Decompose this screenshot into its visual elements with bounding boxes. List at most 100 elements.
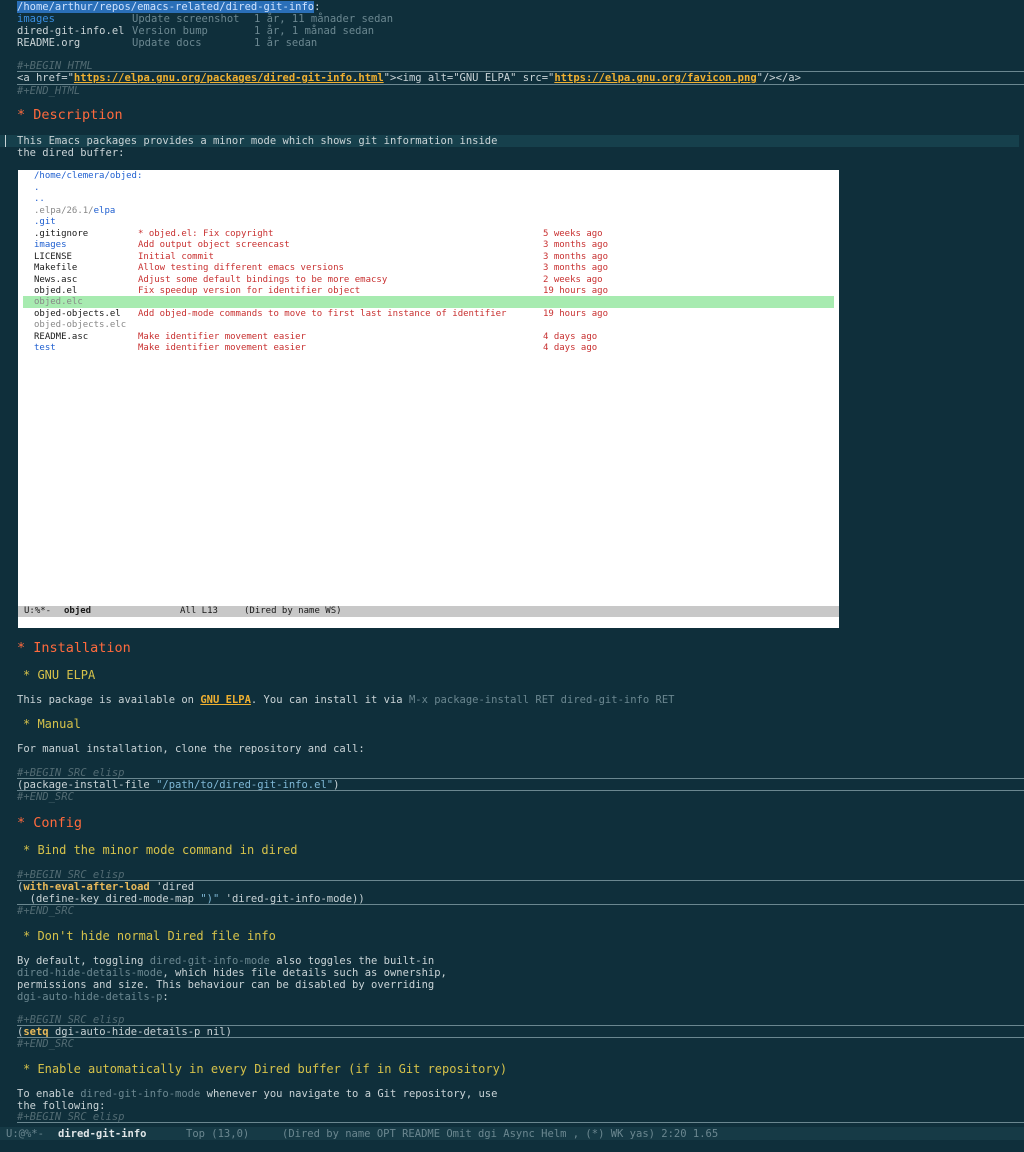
shot-age: 4 days ago <box>543 332 598 342</box>
hide-text: dgi-auto-hide-details-p: <box>17 991 169 1003</box>
shot-msg: Initial commit <box>138 252 214 262</box>
html-text: "/></a> <box>756 72 801 84</box>
shot-age: 3 months ago <box>543 263 609 273</box>
block-rule <box>17 904 1024 905</box>
heading-bind[interactable]: * Bind the minor mode command in dired <box>23 844 298 856</box>
hide-text: permissions and size. This behaviour can… <box>17 979 435 991</box>
auto-code: dired-git-info-mode <box>80 1088 201 1100</box>
path-colon: : <box>314 1 321 13</box>
shot-git: .git <box>34 217 56 227</box>
shot-file: LICENSE <box>34 252 72 262</box>
elpa-href-link[interactable]: https://elpa.gnu.org/packages/dired-git-… <box>74 72 384 84</box>
shot-msg: Make identifier movement easier <box>138 332 306 342</box>
heading-dont-hide[interactable]: * Don't hide normal Dired file info <box>23 930 276 942</box>
block-rule <box>17 1037 1024 1038</box>
gnu-text: . You can install it via <box>250 694 409 706</box>
shot-modeline-mode: (Dired by name WS) <box>244 606 342 616</box>
hide-plain: : <box>162 991 169 1003</box>
text-cursor <box>5 135 6 147</box>
install-command: M-x package-install RET dired-git-info R… <box>408 694 675 706</box>
html-line: <a href="https://elpa.gnu.org/packages/d… <box>17 72 801 84</box>
shot-file: objed-objects.elc <box>34 320 127 330</box>
commit-message: Update screenshot <box>132 13 240 25</box>
shot-age: 3 months ago <box>543 240 609 250</box>
shot-selected-row <box>23 296 834 308</box>
shot-elpa-prefix: .elpa/26.1/ <box>34 206 94 216</box>
shot-age: 5 weeks ago <box>543 229 603 239</box>
heading-manual[interactable]: * Manual <box>23 718 81 730</box>
shot-msg: Allow testing different emacs versions <box>138 263 344 273</box>
modeline-modes[interactable]: (Dired by name OPT README Omit dgi Async… <box>282 1128 718 1140</box>
dired-entry-name[interactable]: dired-git-info.el <box>17 25 124 37</box>
commit-message: Update docs <box>132 37 202 49</box>
shot-age: 4 days ago <box>543 343 598 353</box>
modeline-position: Top (13,0) <box>186 1128 250 1140</box>
shot-modeline <box>18 606 839 617</box>
shot-file: .gitignore <box>34 229 89 239</box>
shot-file: objed.elc <box>34 297 83 307</box>
heading-gnu-elpa[interactable]: * GNU ELPA <box>23 669 95 681</box>
src-end-marker: #+END_SRC <box>17 791 74 803</box>
auto-text: To enable dired-git-info-mode whenever y… <box>17 1088 497 1100</box>
commit-message: Version bump <box>132 25 208 37</box>
auto-plain: To enable <box>17 1088 81 1100</box>
shot-age: 3 months ago <box>543 252 609 262</box>
block-rule <box>17 84 1024 85</box>
auto-plain: whenever you navigate to a Git repositor… <box>200 1088 498 1100</box>
heading-installation[interactable]: * Installation <box>17 641 131 655</box>
dired-header: /home/arthur/repos/emacs-related/dired-g… <box>17 1 320 13</box>
shot-path-text: /home/clemera/objed: <box>34 171 143 181</box>
dired-path[interactable]: /home/arthur/repos/emacs-related/dired-g… <box>17 1 315 13</box>
modeline-status: U:@%*- <box>6 1128 57 1140</box>
gnu-elpa-text: This package is available on GNU ELPA. Y… <box>17 694 674 706</box>
shot-file: README.asc <box>34 332 89 342</box>
shot-modeline-left: U:%*- <box>24 606 62 616</box>
dired-entry-name[interactable]: README.org <box>17 37 80 49</box>
embedded-screenshot: /home/clemera/objed: . .. .elpa/26.1/elp… <box>18 170 839 628</box>
hide-code: dired-git-info-mode <box>149 955 270 967</box>
hide-text: By default, toggling dired-git-info-mode… <box>17 955 434 967</box>
shot-dot: . <box>34 183 40 193</box>
shot-modeline-pos: All L13 <box>180 606 218 616</box>
shot-dotdot: .. <box>34 194 45 204</box>
html-text: <a href=" <box>17 72 74 84</box>
shot-file: objed-objects.el <box>34 309 121 319</box>
src-end-marker: #+END_SRC <box>17 905 74 917</box>
shot-msg: Add objed-mode commands to move to first… <box>138 309 507 319</box>
heading-enable-auto[interactable]: * Enable automatically in every Dired bu… <box>23 1063 507 1075</box>
description-text: This Emacs packages provides a minor mod… <box>17 135 498 147</box>
shot-file: News.asc <box>34 275 78 285</box>
modeline-buffer-name[interactable]: dired-git-info <box>58 1128 147 1140</box>
hide-plain: , which hides file details such as owner… <box>162 967 447 979</box>
commit-age: 1 år, 11 månader sedan <box>254 13 394 25</box>
hide-text: dired-hide-details-mode, which hides fil… <box>17 967 447 979</box>
src-end-marker: #+END_SRC <box>17 1038 74 1050</box>
manual-text: For manual installation, clone the repos… <box>17 743 365 755</box>
dired-entry-name[interactable]: images <box>17 13 55 25</box>
shot-file: objed.el <box>34 286 78 296</box>
heading-config[interactable]: * Config <box>17 816 82 830</box>
src-line: (with-eval-after-load 'dired <box>17 881 194 893</box>
shot-msg: * objed.el: Fix copyright <box>138 229 274 239</box>
hide-code: dgi-auto-hide-details-p <box>17 991 163 1003</box>
shot-msg: Fix speedup version for identifier objec… <box>138 286 361 296</box>
shot-msg: Add output object screencast <box>138 240 290 250</box>
description-text: the dired buffer: <box>17 147 125 159</box>
heading-description[interactable]: * Description <box>17 108 123 122</box>
commit-age: 1 år sedan <box>254 37 318 49</box>
hide-plain: By default, toggling <box>17 955 150 967</box>
gnu-elpa-link[interactable]: GNU ELPA <box>200 694 251 706</box>
shot-msg: Adjust some default bindings to be more … <box>138 275 388 285</box>
hide-code: dired-hide-details-mode <box>17 967 163 979</box>
shot-file: test <box>34 343 56 353</box>
src-code: 'dired <box>149 881 195 893</box>
shot-path: /home/clemera/objed: <box>34 171 142 183</box>
html-text: "><img alt="GNU ELPA" src=" <box>383 72 555 84</box>
commit-age: 1 år, 1 månad sedan <box>254 25 375 37</box>
shot-file: images <box>34 240 67 250</box>
favicon-src-link[interactable]: https://elpa.gnu.org/favicon.png <box>554 72 756 84</box>
html-end-marker: #+END_HTML <box>17 85 81 97</box>
shot-age: 19 hours ago <box>543 286 609 296</box>
shot-file: Makefile <box>34 263 78 273</box>
shot-age: 19 hours ago <box>543 309 609 319</box>
